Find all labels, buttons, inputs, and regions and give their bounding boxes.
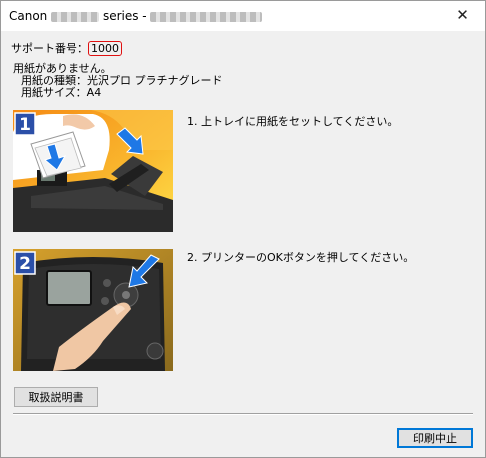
support-code-row: サポート番号： 1000	[11, 40, 122, 56]
cancel-print-button[interactable]: 印刷中止	[397, 428, 473, 448]
step-2-illustration: 2	[13, 249, 173, 371]
close-button[interactable]: ✕	[440, 1, 485, 31]
step-2-text: 2. プリンターのOKボタンを押してください。	[187, 251, 415, 264]
support-code-value: 1000	[88, 41, 122, 56]
message-line-3: 用紙サイズ：A4	[21, 86, 102, 99]
dialog-window: Canon series - ✕ サポート番号： 1000 用紙がありません。 用…	[0, 0, 486, 458]
press-ok-illustration: 2	[13, 249, 173, 371]
manual-button[interactable]: 取扱説明書	[14, 387, 98, 407]
redacted-printer-name	[150, 11, 263, 22]
separator	[13, 413, 473, 415]
title-bar: Canon series - ✕	[1, 1, 485, 31]
redacted-model	[51, 11, 100, 22]
load-paper-illustration: 1	[13, 110, 173, 232]
title-mid: series -	[102, 9, 147, 23]
title-prefix: Canon	[9, 9, 48, 23]
step-1-text: 1. 上トレイに用紙をセットしてください。	[187, 115, 399, 128]
error-message: 用紙がありません。 用紙の種類：光沢プロ プラチナグレード 用紙サイズ：A4	[13, 63, 223, 99]
support-code-label: サポート番号：	[11, 42, 88, 55]
step-1-number: 1	[19, 115, 31, 135]
close-icon: ✕	[456, 6, 469, 24]
step-2-number: 2	[19, 254, 31, 274]
step-1-illustration: 1	[13, 110, 173, 232]
window-title: Canon series -	[9, 9, 263, 23]
